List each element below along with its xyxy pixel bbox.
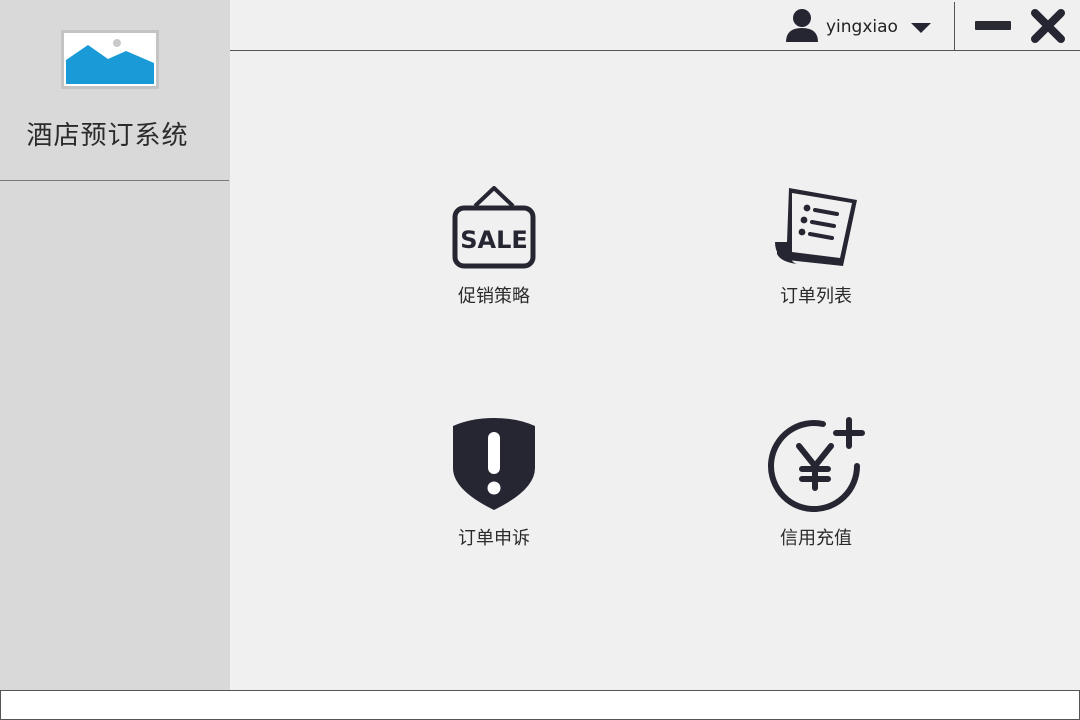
alert-shield-icon <box>453 418 535 510</box>
tile-label: 订单列表 <box>780 286 852 307</box>
sale-sign-icon: SALE <box>452 186 536 269</box>
sidebar-header: 酒店预订系统 <box>0 0 229 181</box>
user-icon[interactable] <box>785 8 819 42</box>
tile-order-list[interactable]: 订单列表 <box>736 186 896 308</box>
topbar-divider <box>954 2 955 50</box>
minimize-button[interactable] <box>974 12 1014 38</box>
top-bar: yingxiao <box>230 0 1080 51</box>
tile-label: 促销策略 <box>458 286 530 307</box>
image-placeholder-icon <box>61 30 159 89</box>
tile-credit-recharge[interactable]: 信用充值 <box>736 416 896 550</box>
svg-text:SALE: SALE <box>460 226 528 254</box>
order-list-icon <box>775 188 857 266</box>
app-title: 酒店预订系统 <box>26 121 189 151</box>
yuan-recharge-icon <box>768 417 865 512</box>
tile-promotion-strategy[interactable]: SALE 促销策略 <box>414 186 574 308</box>
tile-order-appeal[interactable]: 订单申诉 <box>414 416 574 550</box>
status-bar <box>0 690 1080 720</box>
main-panel: SALE 促销策略 订单列表 订单申诉 信用充值 <box>230 52 1080 690</box>
app-window: 酒店预订系统 yingxiao SALE 促销策略 订单列表 订单申诉 信用充值 <box>0 0 1080 720</box>
sidebar: 酒店预订系统 <box>0 0 230 690</box>
close-icon[interactable] <box>1030 8 1066 44</box>
caret-down-icon[interactable] <box>910 22 932 34</box>
username-label[interactable]: yingxiao <box>826 17 898 37</box>
tile-label: 信用充值 <box>780 528 852 549</box>
tile-label: 订单申诉 <box>458 528 530 549</box>
minimize-icon <box>975 21 1011 30</box>
